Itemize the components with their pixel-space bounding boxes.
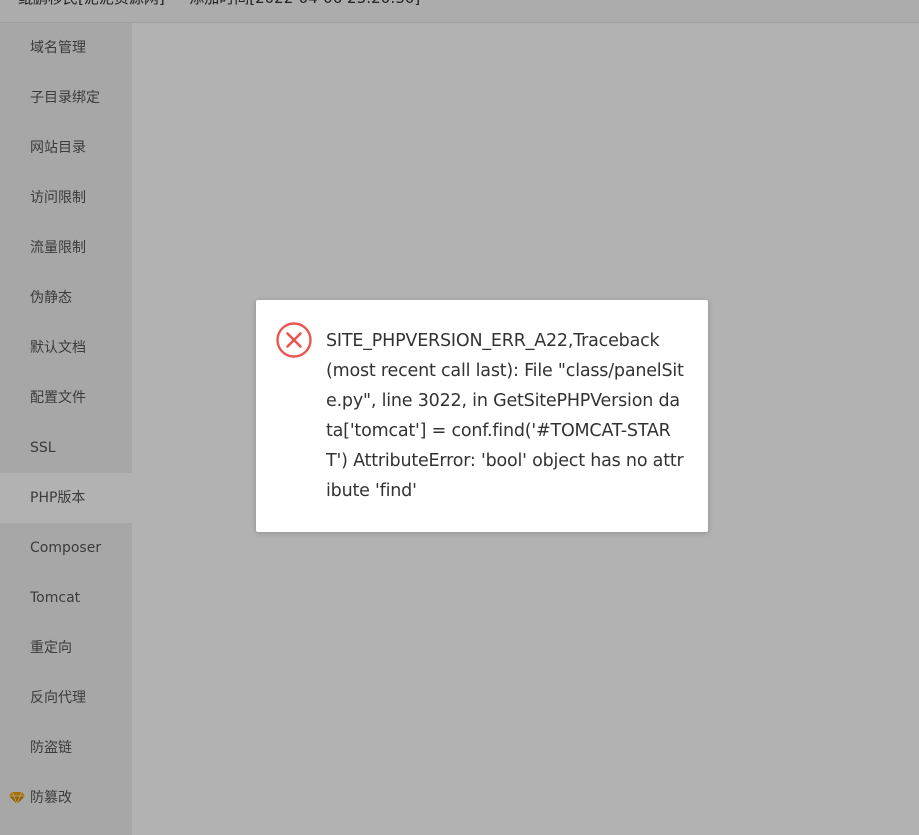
site-settings-page: 鲲鹏移民[泥泥资源网] — 添加时间[2022-04-06 23:20:30] … [0, 0, 919, 835]
error-message: SITE_PHPVERSION_ERR_A22,Traceback (most … [326, 331, 684, 501]
error-icon [276, 322, 312, 358]
error-dialog: SITE_PHPVERSION_ERR_A22,Traceback (most … [256, 300, 708, 532]
